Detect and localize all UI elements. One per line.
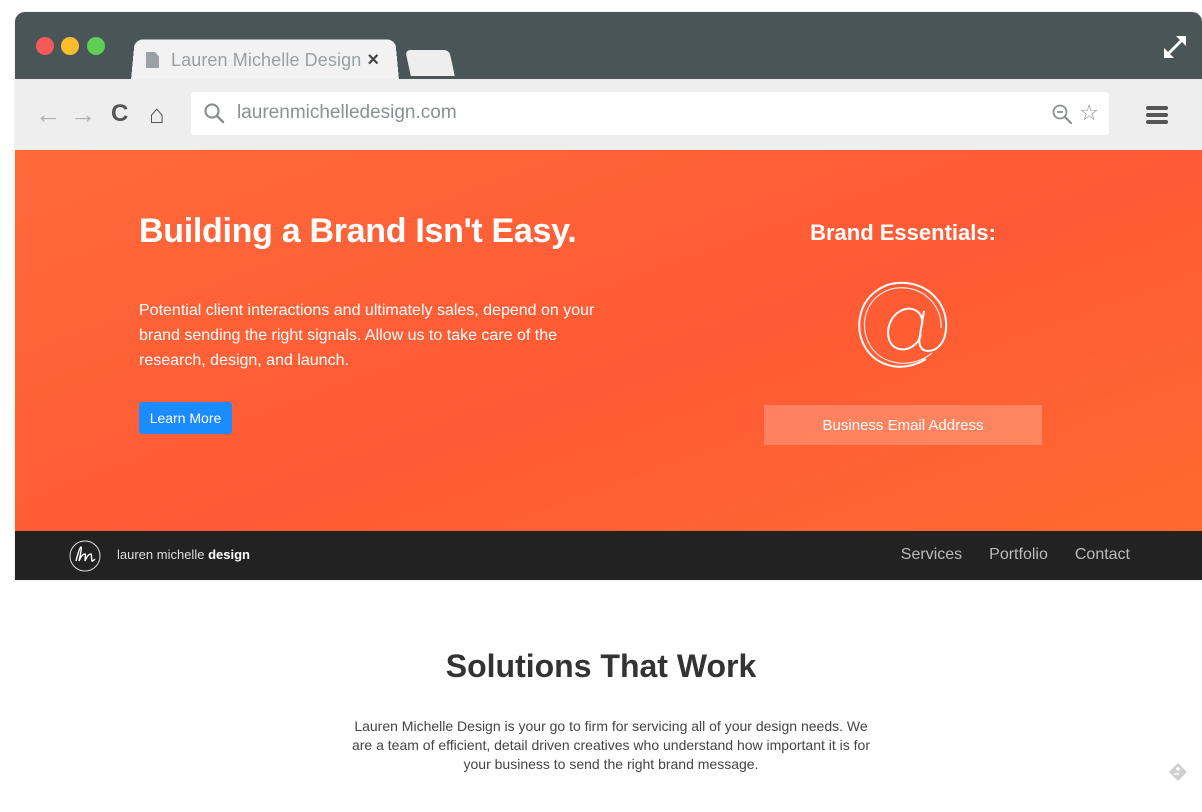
- url-text[interactable]: laurenmichelledesign.com: [237, 102, 457, 124]
- at-sign-icon: [858, 281, 948, 368]
- site-navigation: lauren michelle design Services Portfoli…: [15, 531, 1202, 580]
- address-bar[interactable]: laurenmichelledesign.com ☆: [191, 92, 1109, 135]
- tab-close-button[interactable]: ×: [367, 50, 379, 70]
- logo-text-light: lauren michelle: [117, 547, 205, 562]
- brand-essentials-title: Brand Essentials:: [810, 220, 996, 245]
- reload-button[interactable]: C: [111, 101, 128, 127]
- zoom-icon[interactable]: [1051, 103, 1073, 125]
- maximize-window-button[interactable]: [87, 37, 105, 55]
- close-window-button[interactable]: [36, 37, 54, 55]
- hero-heading: Building a Brand Isn't Easy.: [139, 212, 577, 250]
- document-icon: [146, 52, 159, 68]
- browser-toolbar: ← → C ⌂ laurenmichelledesign.com ☆: [15, 79, 1202, 151]
- logo-text-bold: design: [208, 547, 250, 562]
- nav-link-contact[interactable]: Contact: [1075, 546, 1130, 564]
- search-icon: [204, 103, 225, 124]
- menu-icon[interactable]: [1146, 106, 1168, 124]
- browser-tab-content: Lauren Michelle Design ×: [146, 44, 379, 76]
- hero-description: Potential client interactions and ultima…: [139, 302, 595, 369]
- logo-text[interactable]: lauren michelle design: [117, 547, 250, 562]
- title-bar: Lauren Michelle Design ×: [15, 12, 1202, 80]
- browser-window: Lauren Michelle Design × ← → C ⌂ laurenm…: [15, 12, 1202, 580]
- solutions-title: Solutions That Work: [445, 648, 757, 684]
- back-button[interactable]: ←: [35, 101, 61, 127]
- business-email-input[interactable]: [764, 405, 1042, 445]
- nav-link-portfolio[interactable]: Portfolio: [989, 546, 1048, 564]
- logo-mark-icon[interactable]: [68, 539, 102, 573]
- nav-links: Services Portfolio Contact: [901, 546, 1130, 564]
- home-button[interactable]: ⌂: [149, 101, 165, 127]
- tab-title: Lauren Michelle Design: [171, 49, 362, 70]
- nav-link-services[interactable]: Services: [901, 546, 962, 564]
- bookmark-star-icon[interactable]: ☆: [1079, 100, 1099, 126]
- solutions-body: Lauren Michelle Design is your go to fir…: [351, 718, 870, 772]
- forward-button[interactable]: →: [70, 101, 96, 127]
- tag-icon: [1169, 763, 1187, 781]
- fullscreen-icon[interactable]: [1162, 34, 1188, 60]
- learn-more-button[interactable]: Learn More: [139, 402, 232, 434]
- new-tab-button[interactable]: [405, 50, 455, 76]
- hero-section: Building a Brand Isn't Easy. Potential c…: [15, 150, 1202, 531]
- minimize-window-button[interactable]: [61, 37, 79, 55]
